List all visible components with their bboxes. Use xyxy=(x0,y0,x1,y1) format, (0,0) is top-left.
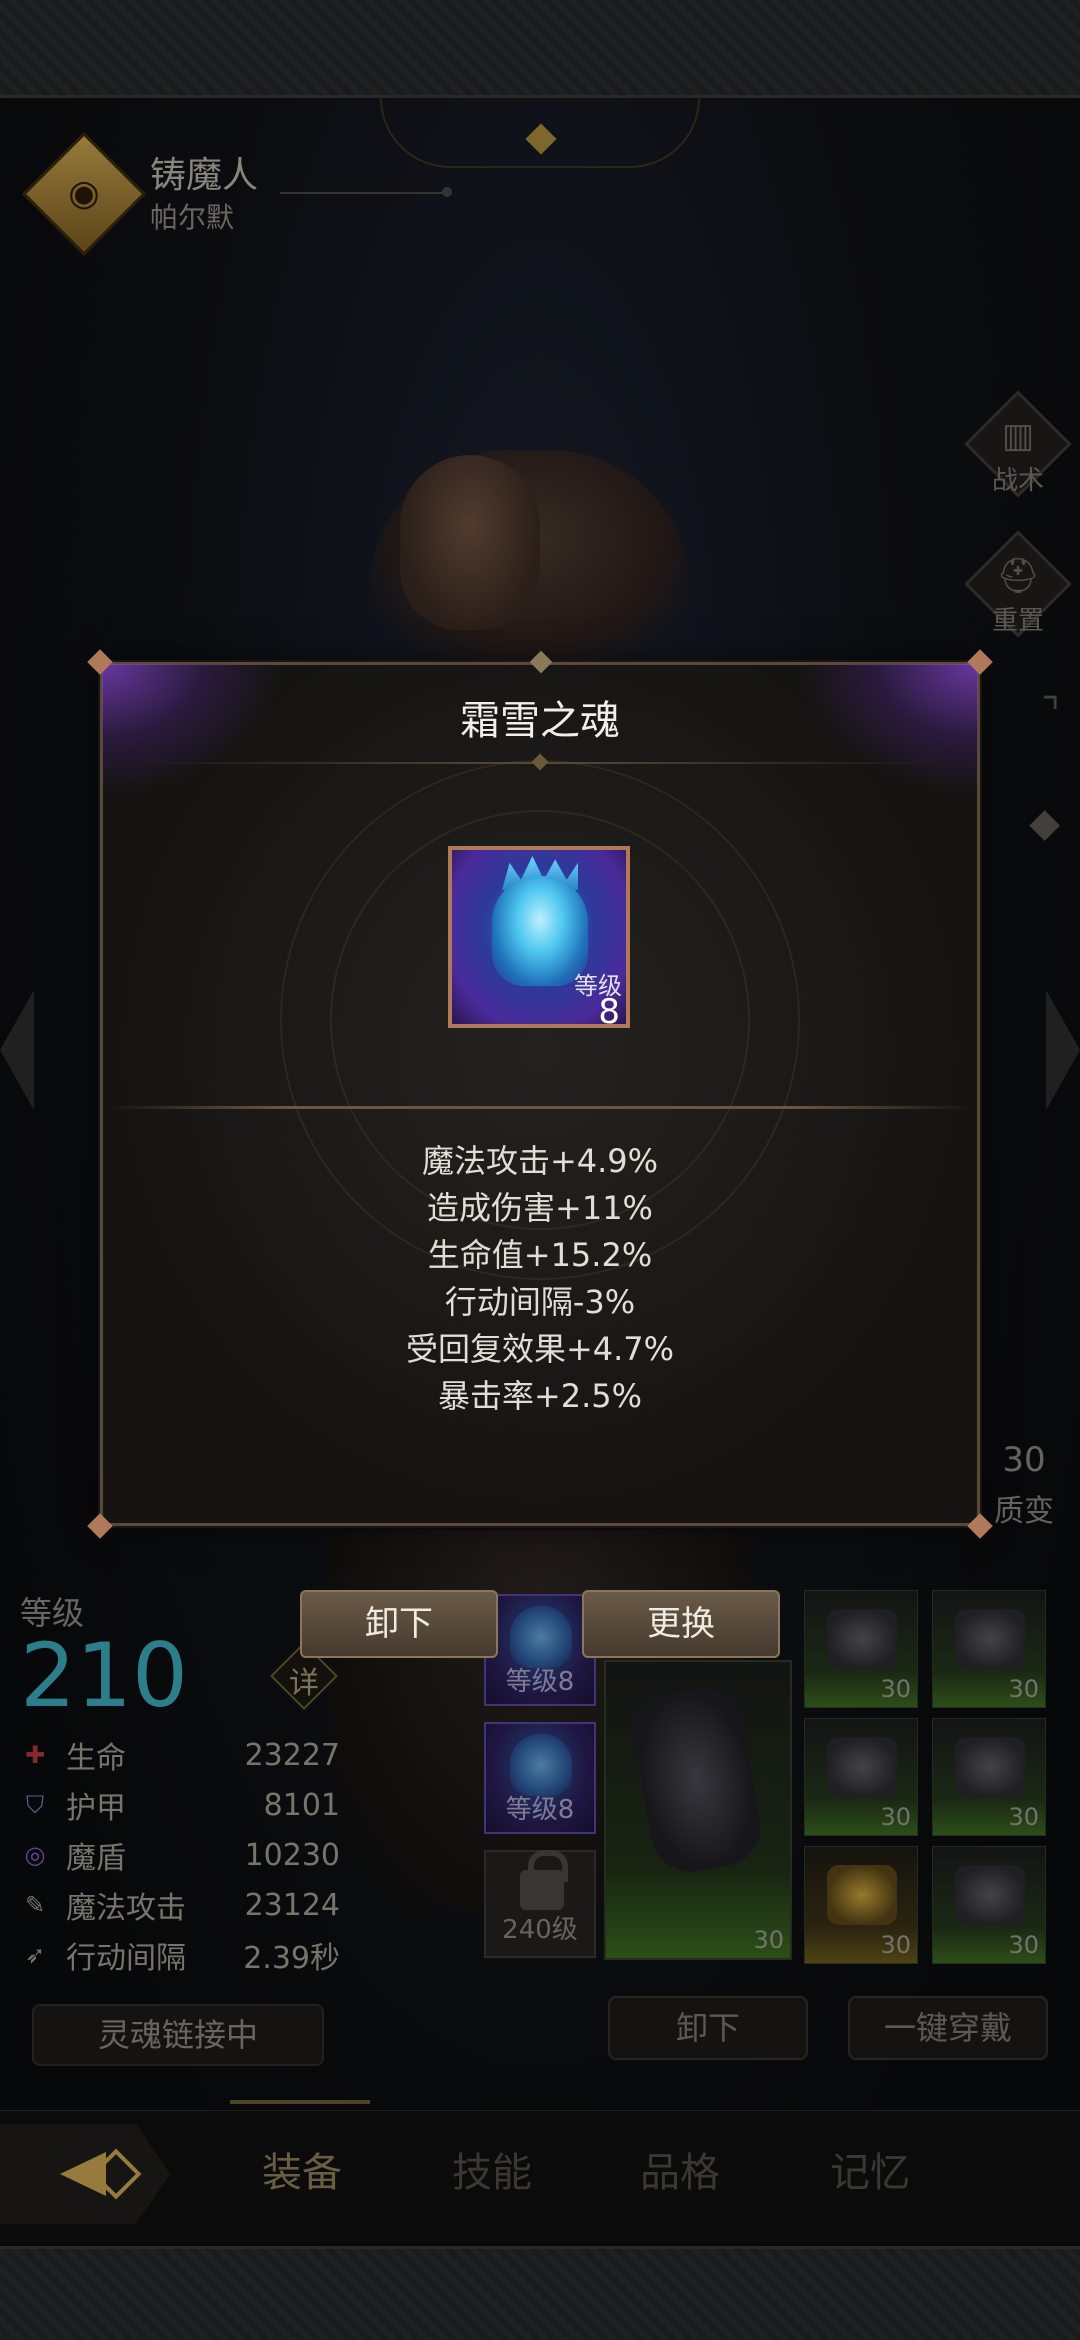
attribute-line: 受回复效果+4.7% xyxy=(405,1330,675,1368)
attribute-line: 造成伤害+11% xyxy=(427,1189,653,1227)
attribute-line: 生命值+15.2% xyxy=(427,1236,653,1274)
item-level-value: 8 xyxy=(598,992,620,1032)
attribute-line: 暴击率+2.5% xyxy=(437,1377,643,1415)
modal-attr-divider xyxy=(110,1106,970,1109)
replace-button[interactable]: 更换 xyxy=(582,1590,780,1658)
attribute-line: 魔法攻击+4.9% xyxy=(421,1142,659,1180)
item-attribute-list: 魔法攻击+4.9% 造成伤害+11% 生命值+15.2% 行动间隔-3% 受回复… xyxy=(100,1138,980,1420)
modal-title: 霜雪之魂 xyxy=(460,698,620,744)
soul-item-icon: 等级 8 xyxy=(448,846,630,1032)
attribute-line: 行动间隔-3% xyxy=(444,1283,636,1321)
unequip-button[interactable]: 卸下 xyxy=(300,1590,498,1658)
